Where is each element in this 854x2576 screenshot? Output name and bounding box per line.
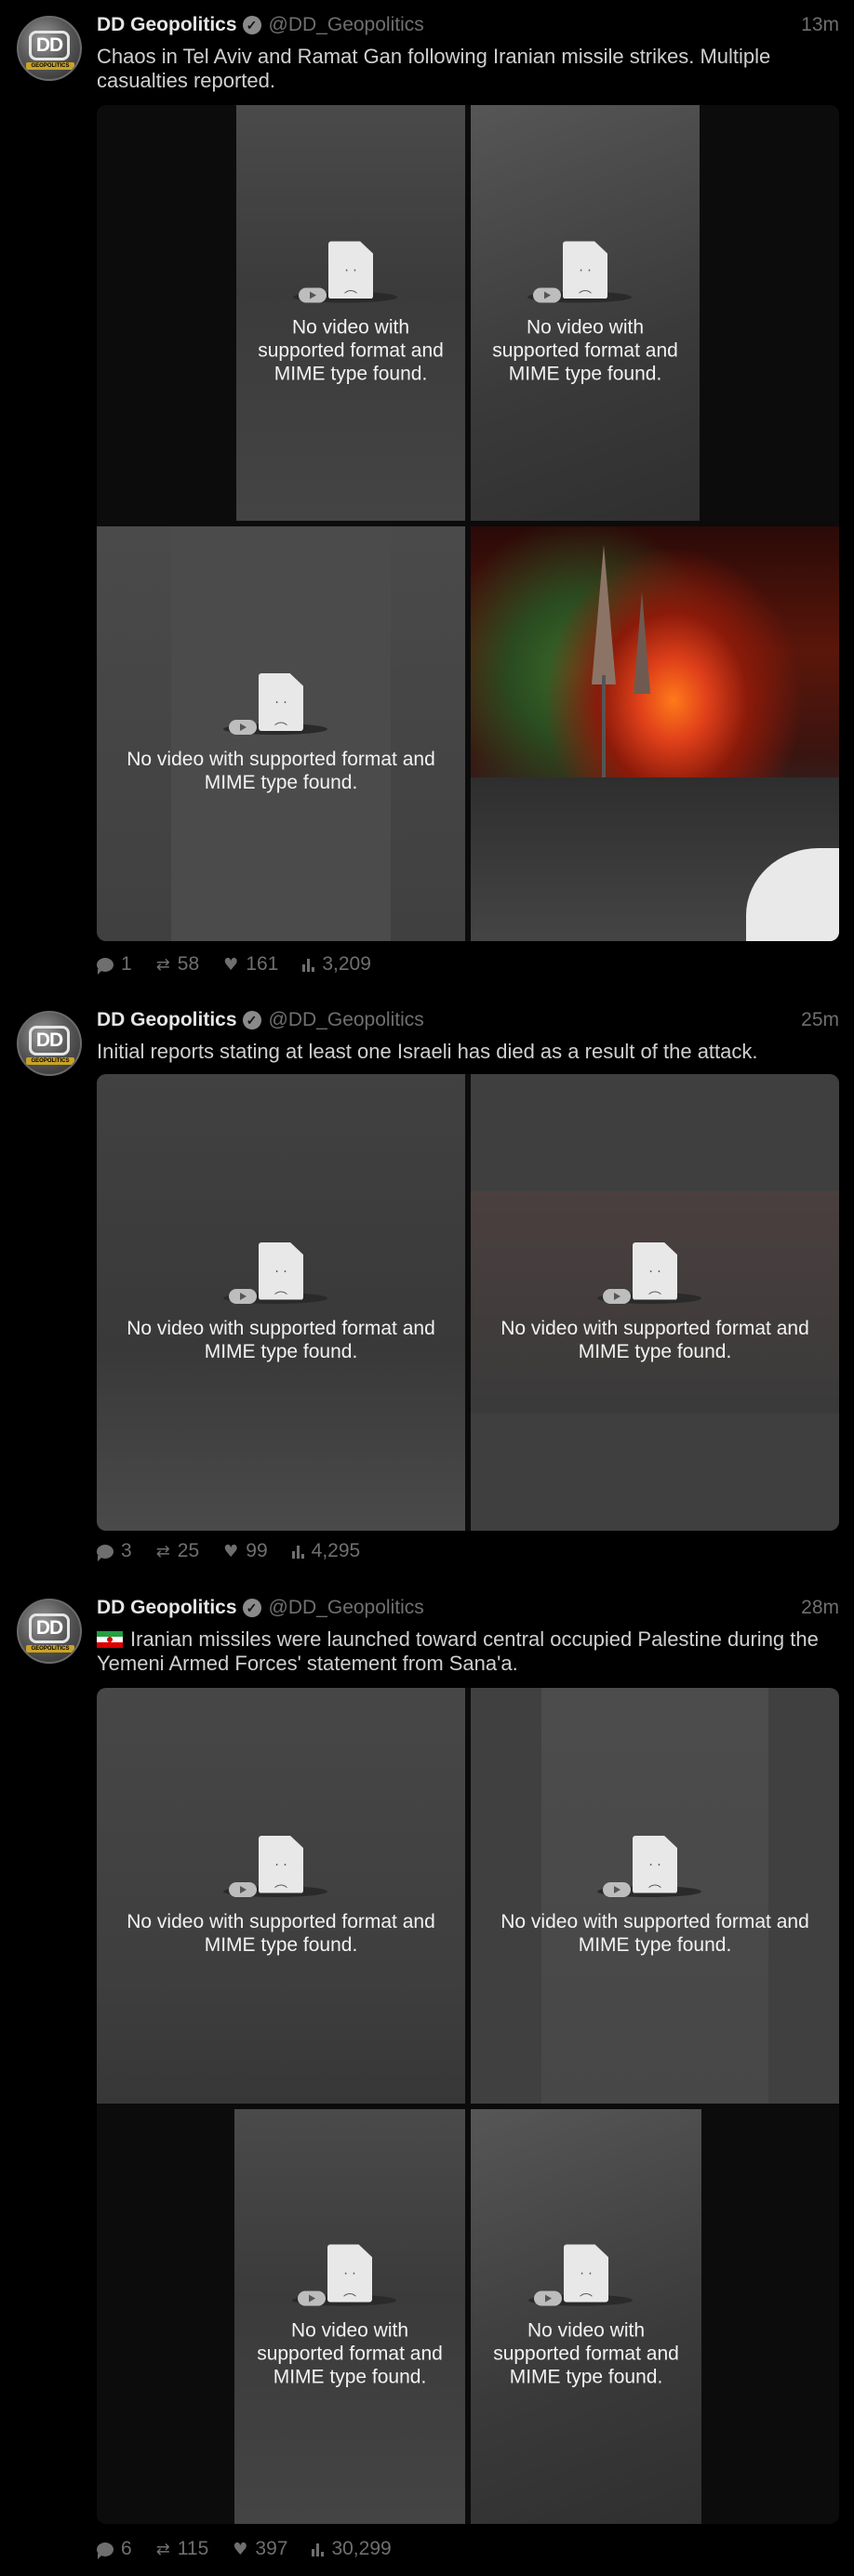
media-grid: · · ︵ No video with supported format and … [97, 1688, 839, 2524]
tweet-actions: 1 ⇄ 58 ♥ 161 3,209 [97, 953, 395, 976]
reply-count: 6 [121, 2538, 132, 2559]
media-grid: · · ︵ No video with supported format and … [97, 1074, 839, 1531]
video-error-message: No video with supported format and MIME … [127, 749, 435, 793]
tweet-text: Chaos in Tel Aviv and Ramat Gan followin… [97, 45, 771, 92]
broken-file-icon: · · ︵ [292, 2244, 396, 2306]
heart-icon: ♥ [223, 954, 239, 975]
broken-file-icon: · · ︵ [223, 1835, 327, 1897]
broken-file-icon: · · ︵ [528, 2244, 633, 2306]
retweet-icon: ⇄ [155, 1541, 170, 1561]
retweet-count: 115 [177, 2538, 209, 2559]
like-count: 397 [255, 2538, 288, 2559]
view-count: 3,209 [322, 953, 371, 975]
media-item[interactable]: · · ︵ No video with supported format and … [471, 105, 839, 521]
broken-file-icon: · · ︵ [293, 241, 397, 302]
reply-button[interactable]: 3 [97, 1540, 132, 1562]
retweet-button[interactable]: ⇄ 115 [156, 2538, 209, 2560]
media-image[interactable] [471, 526, 839, 941]
like-button[interactable]: ♥ 397 [233, 2538, 287, 2560]
views-icon [302, 957, 315, 972]
broken-file-icon: · · ︵ [597, 1242, 701, 1304]
media-item[interactable]: · · ︵ No video with supported format and … [471, 2109, 839, 2524]
reply-button[interactable]: 6 [97, 2538, 132, 2560]
media-item[interactable]: · · ︵ No video with supported format and … [97, 526, 465, 941]
media-item[interactable]: · · ︵ No video with supported format and … [97, 1688, 465, 2104]
video-error-message: No video with supported format and MIME … [127, 1317, 435, 1362]
video-error-message: No video with supported format and MIME … [258, 316, 444, 384]
broken-file-icon: · · ︵ [527, 241, 632, 302]
view-count: 30,299 [331, 2538, 392, 2559]
video-error-message: No video with supported format and MIME … [500, 1317, 809, 1362]
reply-button[interactable]: 1 [97, 953, 132, 976]
media-grid: · · ︵ No video with supported format and … [97, 105, 839, 941]
broken-file-icon: · · ︵ [223, 673, 327, 735]
tweet-text: Iranian missiles were launched toward ce… [97, 1627, 841, 1676]
retweet-button[interactable]: ⇄ 25 [156, 1540, 199, 1562]
reply-icon [97, 1544, 113, 1561]
reply-count: 3 [121, 1540, 132, 1561]
avatar[interactable]: DD GEOPOLITICS [17, 1011, 82, 1076]
media-item[interactable]: · · ︵ No video with supported format and … [471, 1074, 839, 1531]
retweet-count: 58 [177, 953, 200, 975]
broken-file-icon: · · ︵ [223, 1242, 327, 1304]
author-name[interactable]: DD Geopolitics [97, 14, 237, 36]
like-button[interactable]: ♥ 99 [223, 1540, 268, 1562]
retweet-count: 25 [177, 1540, 200, 1561]
like-count: 99 [246, 1540, 268, 1561]
like-count: 161 [246, 953, 279, 975]
like-button[interactable]: ♥ 161 [223, 953, 278, 976]
verified-badge-icon: ✓ [242, 1011, 261, 1029]
video-error-message: No video with supported format and MIME … [257, 2319, 443, 2388]
media-item[interactable]: · · ︵ No video with supported format and … [97, 105, 465, 521]
tweet-text-body: Iranian missiles were launched toward ce… [97, 1627, 819, 1675]
author-name[interactable]: DD Geopolitics [97, 1597, 237, 1619]
retweet-icon: ⇄ [155, 2539, 170, 2559]
media-item[interactable]: · · ︵ No video with supported format and … [471, 1688, 839, 2104]
retweet-button[interactable]: ⇄ 58 [156, 953, 199, 976]
heart-icon: ♥ [223, 1541, 239, 1561]
reply-count: 1 [121, 953, 132, 975]
video-error-message: No video with supported format and MIME … [492, 316, 678, 384]
timestamp[interactable]: 25m [801, 1009, 839, 1031]
views-icon [291, 1544, 304, 1559]
broken-file-icon: · · ︵ [597, 1835, 701, 1897]
iran-flag-icon [97, 1631, 123, 1648]
verified-badge-icon: ✓ [242, 1599, 261, 1617]
author-name[interactable]: DD Geopolitics [97, 1009, 237, 1031]
view-count: 4,295 [311, 1540, 361, 1561]
video-error-message: No video with supported format and MIME … [127, 1910, 435, 1956]
author-handle[interactable]: @DD_Geopolitics [269, 14, 424, 36]
author-handle[interactable]: @DD_Geopolitics [269, 1009, 424, 1031]
tweet-actions: 6 ⇄ 115 ♥ 397 30,299 [97, 2538, 416, 2560]
reply-icon [97, 2542, 113, 2559]
heart-icon: ♥ [233, 2539, 248, 2559]
retweet-icon: ⇄ [155, 954, 170, 975]
views-button[interactable]: 4,295 [291, 1540, 361, 1562]
media-item[interactable]: · · ︵ No video with supported format and … [97, 1074, 465, 1531]
timestamp[interactable]: 13m [801, 14, 839, 36]
tweet-text: Initial reports stating at least one Isr… [97, 1040, 758, 1063]
views-icon [312, 2542, 325, 2556]
views-button[interactable]: 30,299 [312, 2538, 392, 2560]
avatar[interactable]: DD GEOPOLITICS [17, 1599, 82, 1664]
verified-badge-icon: ✓ [242, 16, 261, 34]
video-error-message: No video with supported format and MIME … [500, 1910, 809, 1956]
reply-icon [97, 957, 113, 975]
media-item[interactable]: · · ︵ No video with supported format and … [97, 2109, 465, 2524]
views-button[interactable]: 3,209 [302, 953, 371, 976]
video-error-message: No video with supported format and MIME … [493, 2319, 679, 2388]
author-handle[interactable]: @DD_Geopolitics [269, 1597, 424, 1619]
tweet-actions: 3 ⇄ 25 ♥ 99 4,295 [97, 1540, 384, 1562]
timestamp[interactable]: 28m [801, 1597, 839, 1619]
avatar[interactable]: DD GEOPOLITICS [17, 16, 82, 81]
